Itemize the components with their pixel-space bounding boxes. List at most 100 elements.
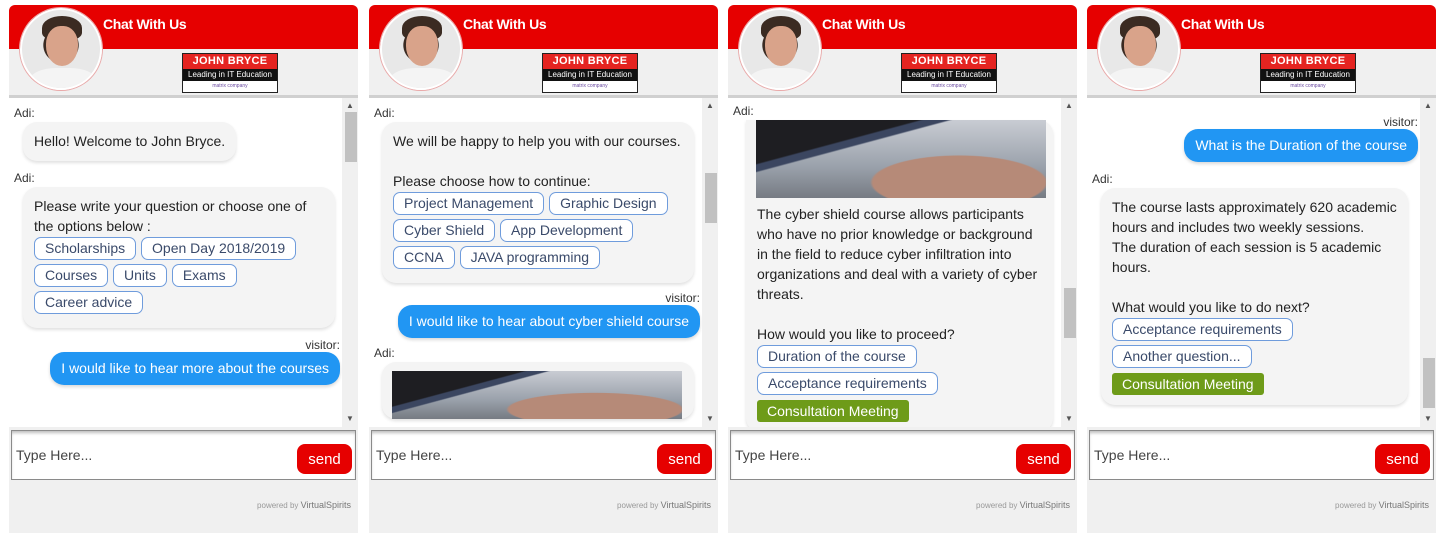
logo-title: JOHN BRYCE — [543, 54, 637, 69]
option-button[interactable]: Exams — [171, 264, 237, 287]
message-text: We will be happy to help you with our co… — [393, 133, 681, 149]
scroll-thumb[interactable] — [705, 173, 717, 223]
option-button[interactable]: Graphic Design — [549, 192, 668, 215]
chat-messages: Adi: Hello! Welcome to John Bryce. Adi: … — [9, 95, 358, 427]
chat-messages: visitor: What is the Duration of the cou… — [1087, 95, 1436, 427]
bot-message — [382, 362, 694, 419]
sender-label: visitor: — [665, 291, 700, 305]
scroll-thumb[interactable] — [1423, 358, 1435, 408]
option-button[interactable]: Project Management — [393, 192, 545, 215]
chat-scrollbar[interactable]: ▲ ▼ — [702, 98, 718, 427]
agent-avatar — [380, 8, 462, 90]
logo-title: JOHN BRYCE — [183, 54, 277, 69]
message-text: Please choose how to continue: — [393, 173, 591, 189]
logo-footer: matrix company — [1290, 83, 1326, 89]
logo-footer: matrix company — [212, 83, 248, 89]
agent-avatar — [20, 8, 102, 90]
option-button[interactable]: Acceptance requirements — [1112, 318, 1293, 341]
sender-label: Adi: — [733, 104, 754, 118]
chat-widget-1: Chat With Us JOHN BRYCE Leading in IT Ed… — [9, 5, 358, 533]
message-text: Please write your question or choose one… — [34, 198, 307, 234]
option-button[interactable]: Scholarships — [34, 237, 137, 260]
chat-scrollbar[interactable]: ▲ ▼ — [1061, 98, 1077, 427]
message-input-box: send — [371, 430, 716, 480]
message-input-box: send — [11, 430, 356, 480]
consultation-meeting-button[interactable]: Consultation Meeting — [757, 400, 909, 422]
scroll-up-icon[interactable]: ▲ — [1061, 98, 1077, 114]
agent-avatar — [739, 8, 821, 90]
message-text: The course lasts approximately 620 acade… — [1112, 199, 1397, 235]
scroll-down-icon[interactable]: ▼ — [342, 411, 358, 427]
header-title: Chat With Us — [1181, 16, 1265, 32]
agent-avatar — [1098, 8, 1180, 90]
powered-brand[interactable]: VirtualSpirits — [301, 500, 351, 510]
option-button[interactable]: App Development — [500, 219, 634, 242]
scroll-down-icon[interactable]: ▼ — [1061, 411, 1077, 427]
sender-label: Adi: — [374, 346, 395, 360]
option-button[interactable]: CCNA — [393, 246, 455, 269]
send-button[interactable]: send — [657, 444, 712, 474]
scroll-thumb[interactable] — [345, 112, 357, 162]
scroll-thumb[interactable] — [1064, 288, 1076, 338]
john-bryce-logo: JOHN BRYCE Leading in IT Education matri… — [1260, 53, 1356, 93]
chat-widget-3: Chat With Us JOHN BRYCE Leading in IT Ed… — [728, 5, 1077, 533]
visitor-message: I would like to hear more about the cour… — [50, 352, 340, 385]
visitor-message: What is the Duration of the course — [1184, 129, 1418, 162]
powered-by: powered by VirtualSpirits — [1335, 500, 1429, 510]
option-button[interactable]: Another question... — [1112, 345, 1252, 368]
option-button[interactable]: Acceptance requirements — [757, 372, 938, 395]
powered-brand[interactable]: VirtualSpirits — [661, 500, 711, 510]
laptop-typing-image — [392, 371, 682, 419]
message-input[interactable] — [16, 443, 286, 467]
john-bryce-logo: JOHN BRYCE Leading in IT Education matri… — [542, 53, 638, 93]
option-button[interactable]: JAVA programming — [459, 246, 601, 269]
header-title: Chat With Us — [822, 16, 906, 32]
option-button[interactable]: Units — [113, 264, 167, 287]
chat-widget-2: Chat With Us JOHN BRYCE Leading in IT Ed… — [369, 5, 718, 533]
powered-brand[interactable]: VirtualSpirits — [1379, 500, 1429, 510]
sender-label: visitor: — [1383, 115, 1418, 129]
message-input-box: send — [1089, 430, 1434, 480]
logo-tagline: Leading in IT Education — [1261, 69, 1355, 81]
logo-footer: matrix company — [931, 83, 967, 89]
option-button[interactable]: Career advice — [34, 291, 144, 314]
sender-label: Adi: — [14, 106, 35, 120]
send-button[interactable]: send — [1375, 444, 1430, 474]
logo-tagline: Leading in IT Education — [543, 69, 637, 81]
chat-messages: Adi: We will be happy to help you with o… — [369, 95, 718, 427]
powered-by: powered by VirtualSpirits — [617, 500, 711, 510]
sender-label: Adi: — [1092, 172, 1113, 186]
powered-prefix: powered by — [617, 501, 659, 510]
powered-brand[interactable]: VirtualSpirits — [1020, 500, 1070, 510]
send-button[interactable]: send — [1016, 444, 1071, 474]
consultation-meeting-button[interactable]: Consultation Meeting — [1112, 373, 1264, 395]
message-input[interactable] — [1094, 443, 1364, 467]
option-button[interactable]: Open Day 2018/2019 — [141, 237, 297, 260]
header-title: Chat With Us — [103, 16, 187, 32]
logo-tagline: Leading in IT Education — [183, 69, 277, 81]
powered-by: powered by VirtualSpirits — [976, 500, 1070, 510]
bot-message: We will be happy to help you with our co… — [382, 122, 694, 283]
chat-scrollbar[interactable]: ▲ ▼ — [1420, 98, 1436, 427]
scroll-up-icon[interactable]: ▲ — [702, 98, 718, 114]
message-input[interactable] — [735, 443, 1005, 467]
bot-message: The course lasts approximately 620 acade… — [1101, 188, 1408, 405]
scroll-down-icon[interactable]: ▼ — [1420, 411, 1436, 427]
message-text: The duration of each session is 5 academ… — [1112, 239, 1382, 275]
message-input[interactable] — [376, 443, 646, 467]
powered-prefix: powered by — [976, 501, 1018, 510]
message-input-box: send — [730, 430, 1075, 480]
scroll-up-icon[interactable]: ▲ — [1420, 98, 1436, 114]
option-button[interactable]: Cyber Shield — [393, 219, 496, 242]
powered-by: powered by VirtualSpirits — [257, 500, 351, 510]
logo-tagline: Leading in IT Education — [902, 69, 996, 81]
option-button[interactable]: Duration of the course — [757, 345, 917, 368]
option-list: Project Management Graphic Design Cyber … — [393, 192, 683, 273]
bot-message: The cyber shield course allows participa… — [746, 120, 1053, 427]
option-button[interactable]: Courses — [34, 264, 109, 287]
option-list: Acceptance requirements Another question… — [1112, 318, 1397, 395]
prompt-text: How would you like to proceed? — [757, 326, 955, 342]
scroll-down-icon[interactable]: ▼ — [702, 411, 718, 427]
send-button[interactable]: send — [297, 444, 352, 474]
chat-scrollbar[interactable]: ▲ ▼ — [342, 98, 358, 427]
